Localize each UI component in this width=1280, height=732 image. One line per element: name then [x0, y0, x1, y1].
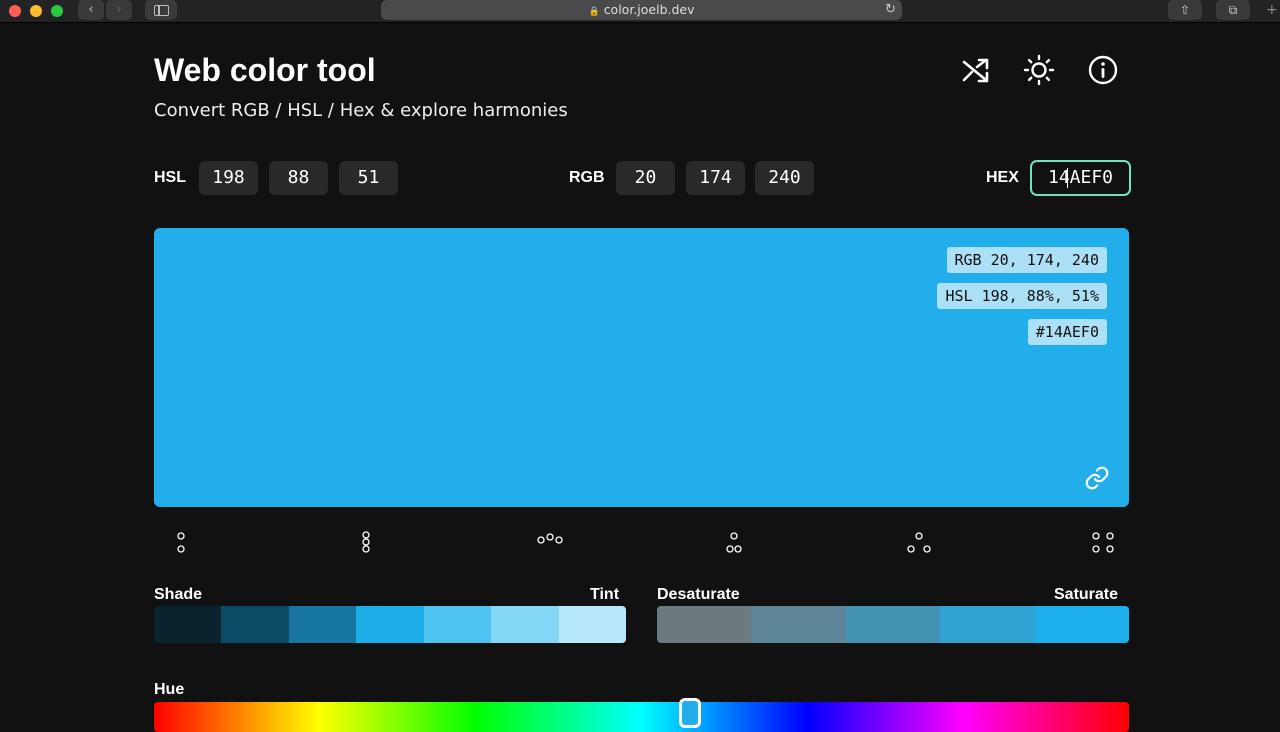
- hex-input[interactable]: 14AEF0: [1030, 160, 1131, 196]
- harmony-tetradic-button[interactable]: [1088, 530, 1118, 558]
- red-input[interactable]: 20: [616, 161, 675, 195]
- saturate-label: Saturate: [1054, 586, 1119, 603]
- complementary-icon: [177, 532, 185, 553]
- hue-label: Hue: [154, 681, 185, 698]
- info-icon: [1088, 55, 1118, 85]
- text-cursor: [1067, 168, 1068, 188]
- tab-overview-button[interactable]: ⧉: [1216, 0, 1250, 20]
- back-button[interactable]: ‹: [78, 0, 104, 20]
- saturation-swatch[interactable]: [751, 606, 846, 643]
- tetradic-icon: [1092, 532, 1114, 553]
- address-bar[interactable]: 🔒 color.joelb.dev ↻: [381, 0, 902, 20]
- saturation-swatch[interactable]: [1034, 606, 1129, 643]
- rgb-label: RGB: [569, 169, 605, 186]
- shade-tint-swatch[interactable]: [356, 606, 424, 643]
- forward-button[interactable]: ›: [106, 0, 132, 20]
- random-color-button[interactable]: [960, 54, 992, 86]
- shade-tint-swatch[interactable]: [491, 606, 559, 643]
- harmony-triadic-alt-button[interactable]: [904, 530, 934, 558]
- hsl-value-chip[interactable]: HSL 198, 88%, 51%: [937, 283, 1107, 309]
- harmony-complementary-button[interactable]: [166, 530, 196, 558]
- shade-tint-swatch[interactable]: [154, 606, 222, 643]
- rgb-value-chip[interactable]: RGB 20, 174, 240: [946, 247, 1107, 273]
- saturation-input[interactable]: 88: [269, 161, 328, 195]
- hue-slider-handle[interactable]: [679, 698, 702, 728]
- reload-icon[interactable]: ↻: [885, 0, 896, 20]
- saturation-swatch[interactable]: [940, 606, 1035, 643]
- split-complementary-icon: [362, 531, 370, 553]
- saturation-swatch[interactable]: [657, 606, 752, 643]
- hex-label: HEX: [986, 169, 1019, 186]
- share-button[interactable]: ⇧: [1168, 0, 1202, 20]
- sun-icon: [1023, 54, 1055, 86]
- saturation-strip: [657, 606, 1129, 643]
- shade-tint-swatch[interactable]: [221, 606, 289, 643]
- green-input[interactable]: 174: [686, 161, 745, 195]
- hue-input[interactable]: 198: [199, 161, 258, 195]
- theme-toggle-button[interactable]: [1023, 54, 1055, 86]
- url-text: color.joelb.dev: [603, 2, 695, 17]
- new-tab-button[interactable]: +: [1266, 2, 1278, 18]
- triadic-icon: [726, 532, 742, 553]
- blue-input[interactable]: 240: [755, 161, 814, 195]
- tint-label: Tint: [590, 586, 620, 603]
- link-icon[interactable]: [1084, 465, 1110, 491]
- shade-tint-swatch[interactable]: [423, 606, 492, 643]
- harmony-split-complementary-button[interactable]: [351, 530, 381, 558]
- browser-toolbar: ‹ › 🔒 color.joelb.dev ↻ ⇧ ⧉ +: [0, 0, 1280, 23]
- hsl-label: HSL: [154, 169, 186, 186]
- shade-label: Shade: [154, 586, 203, 603]
- triadic-alt-icon: [907, 532, 931, 553]
- shuffle-icon: [962, 58, 989, 83]
- shade-tint-swatch[interactable]: [558, 606, 626, 643]
- page-title: Web color tool: [154, 52, 376, 88]
- info-button[interactable]: [1087, 54, 1119, 86]
- minimize-window-button[interactable]: [30, 5, 42, 17]
- sidebar-icon: [154, 5, 169, 16]
- shade-tint-swatch[interactable]: [288, 606, 357, 643]
- desaturate-label: Desaturate: [657, 586, 740, 603]
- shade-tint-strip: [154, 606, 626, 643]
- lock-icon: 🔒: [588, 7, 600, 17]
- zoom-window-button[interactable]: [51, 5, 63, 17]
- color-swatch: RGB 20, 174, 240 HSL 198, 88%, 51% #14AE…: [154, 228, 1129, 507]
- hue-slider-track[interactable]: [154, 702, 1129, 732]
- harmony-triadic-button[interactable]: [719, 530, 749, 558]
- lightness-input[interactable]: 51: [339, 161, 398, 195]
- close-window-button[interactable]: [9, 5, 21, 17]
- sidebar-toggle-button[interactable]: [145, 0, 177, 20]
- saturation-swatch[interactable]: [845, 606, 941, 643]
- analogous-icon: [537, 533, 563, 544]
- page-subtitle: Convert RGB / HSL / Hex & explore harmon…: [154, 100, 568, 121]
- hex-value-chip[interactable]: #14AEF0: [1027, 319, 1107, 345]
- harmony-analogous-button[interactable]: [535, 530, 565, 558]
